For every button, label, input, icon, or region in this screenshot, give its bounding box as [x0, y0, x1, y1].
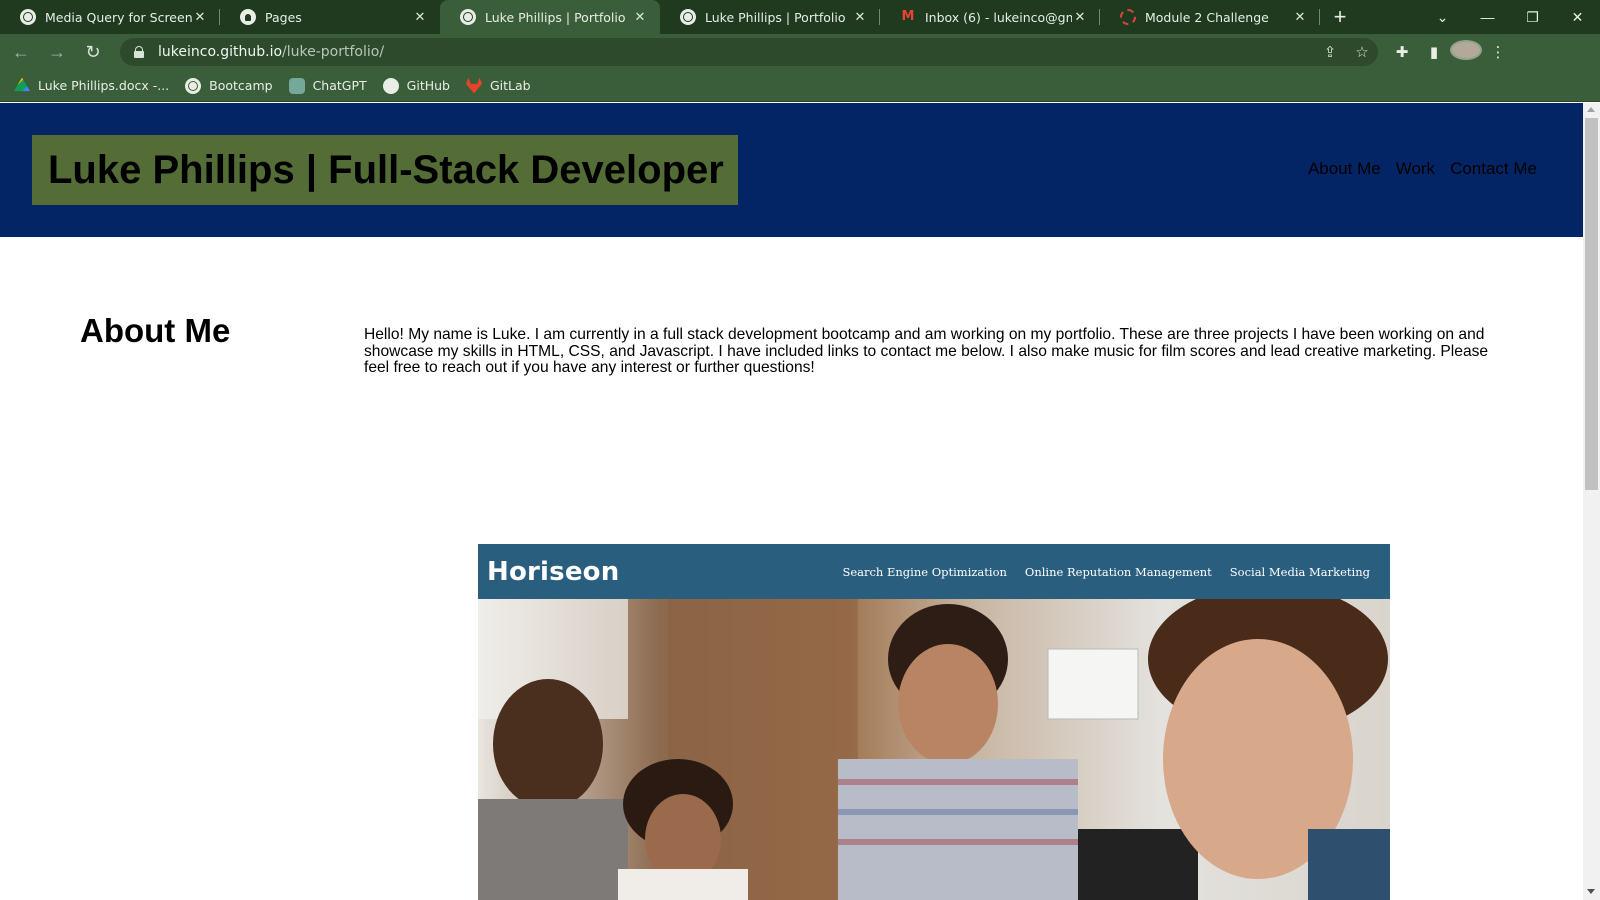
- bookmark-github[interactable]: GitHub: [382, 77, 450, 94]
- bookmark-label: GitLab: [489, 78, 531, 93]
- github-icon: [382, 77, 399, 94]
- url-host: lukeinco.github.io: [158, 44, 283, 60]
- close-icon[interactable]: ✕: [412, 10, 428, 25]
- side-panel-icon[interactable]: ▮: [1418, 43, 1450, 61]
- bookmark-bootcamp[interactable]: Bootcamp: [185, 77, 273, 94]
- menu-kebab-icon[interactable]: ⋮: [1482, 43, 1514, 61]
- window-controls: ⌄ — ❐ ✕: [1420, 0, 1600, 34]
- bookmark-label: ChatGPT: [312, 78, 367, 93]
- tab-module-2[interactable]: Module 2 Challenge ✕: [1100, 0, 1320, 34]
- gitlab-icon: [465, 77, 482, 94]
- tab-title: Module 2 Challenge: [1145, 9, 1269, 25]
- site-title: Luke Phillips | Full-Stack Developer: [32, 135, 738, 205]
- page-viewport: Luke Phillips | Full-Stack Developer Abo…: [0, 103, 1583, 900]
- project-screenshot-horiseon[interactable]: Horiseon Search Engine Optimization Onli…: [478, 544, 1390, 900]
- globe-icon: [185, 77, 202, 94]
- nav-link-contact-me[interactable]: Contact Me: [1450, 159, 1537, 179]
- avatar: [1450, 40, 1482, 60]
- page-scrollbar[interactable]: [1583, 103, 1600, 900]
- tab-media-query[interactable]: Media Query for Screen ✕: [0, 0, 220, 34]
- about-heading: About Me: [80, 312, 231, 349]
- browser-window: Media Query for Screen ✕ Pages ✕ Luke Ph…: [0, 0, 1600, 900]
- tab-pages[interactable]: Pages ✕: [220, 0, 440, 34]
- bookmark-label: Bootcamp: [209, 78, 273, 93]
- new-tab-button[interactable]: +: [1320, 0, 1360, 34]
- bookmark-label: Luke Phillips.docx -...: [38, 78, 170, 93]
- about-paragraph: Hello! My name is Luke. I am currently i…: [364, 326, 1489, 376]
- bookmark-chatgpt[interactable]: ChatGPT: [288, 77, 367, 94]
- project-header-bar: Horiseon Search Engine Optimization Onli…: [478, 544, 1390, 599]
- tab-strip: Media Query for Screen ✕ Pages ✕ Luke Ph…: [0, 0, 1600, 34]
- bookmark-resume-doc[interactable]: Luke Phillips.docx -...: [14, 77, 170, 94]
- extensions-puzzle-icon[interactable]: ✚: [1386, 43, 1418, 61]
- chatgpt-icon: [288, 77, 305, 94]
- profile-avatar[interactable]: [1450, 40, 1482, 64]
- close-window-icon[interactable]: ✕: [1555, 9, 1600, 26]
- url-path: /luke-portfolio/: [282, 44, 385, 60]
- forward-arrow-icon[interactable]: →: [42, 42, 72, 63]
- gmail-icon: M: [901, 9, 915, 24]
- close-icon[interactable]: ✕: [192, 10, 208, 25]
- project-hero-photo: [478, 599, 1390, 900]
- google-drive-icon: [14, 77, 30, 92]
- tab-title: Inbox (6) - lukeinco@gmail.co: [925, 9, 1072, 25]
- bookmark-star-icon[interactable]: ☆: [1346, 43, 1378, 61]
- scrollbar-thumb[interactable]: [1585, 118, 1598, 490]
- tab-title: Luke Phillips | Portfolio: [705, 9, 846, 25]
- scroll-down-arrow-icon[interactable]: [1587, 889, 1595, 894]
- bookmark-gitlab[interactable]: GitLab: [465, 77, 531, 94]
- project-nav-item: Search Engine Optimization: [842, 564, 1007, 579]
- tab-title: Pages: [265, 9, 302, 25]
- tab-portfolio[interactable]: Luke Phillips | Portfolio ✕: [660, 0, 880, 34]
- loading-ring-icon: [1120, 9, 1136, 25]
- project-nav-item: Online Reputation Management: [1024, 564, 1212, 579]
- restore-icon[interactable]: ❐: [1510, 9, 1555, 26]
- globe-icon: [460, 9, 476, 25]
- github-icon: [240, 9, 256, 25]
- globe-icon: [680, 9, 696, 25]
- project-nav: Search Engine Optimization Online Reputa…: [824, 565, 1370, 579]
- share-icon[interactable]: ⇪: [1314, 43, 1346, 61]
- globe-icon: [20, 9, 36, 25]
- close-icon[interactable]: ✕: [1072, 10, 1088, 25]
- lock-icon: [134, 46, 144, 58]
- reload-icon[interactable]: ↻: [78, 42, 108, 63]
- address-bar[interactable]: lukeinco.github.io/luke-portfolio/ ⇪ ☆: [120, 38, 1378, 66]
- site-header: Luke Phillips | Full-Stack Developer Abo…: [0, 103, 1583, 237]
- bookmark-label: GitHub: [406, 78, 450, 93]
- tab-gmail[interactable]: M Inbox (6) - lukeinco@gmail.co ✕: [880, 0, 1100, 34]
- minimize-icon[interactable]: —: [1465, 9, 1510, 25]
- scroll-up-arrow-icon[interactable]: [1587, 107, 1595, 112]
- bookmarks-bar: Luke Phillips.docx -... Bootcamp ChatGPT…: [0, 70, 1600, 102]
- tab-portfolio-active[interactable]: Luke Phillips | Portfolio ✕: [440, 0, 660, 34]
- close-icon[interactable]: ✕: [632, 10, 648, 25]
- nav-link-work[interactable]: Work: [1396, 159, 1435, 179]
- browser-toolbar: ← → ↻ lukeinco.github.io/luke-portfolio/…: [0, 34, 1600, 70]
- project-logo: Horiseon: [487, 556, 620, 587]
- tab-search-chevron-icon[interactable]: ⌄: [1420, 9, 1465, 26]
- site-nav: About Me Work Contact Me: [1293, 159, 1537, 179]
- close-icon[interactable]: ✕: [1292, 10, 1308, 25]
- close-icon[interactable]: ✕: [852, 10, 868, 25]
- back-arrow-icon[interactable]: ←: [6, 42, 36, 63]
- nav-link-about-me[interactable]: About Me: [1308, 159, 1381, 179]
- project-nav-item: Social Media Marketing: [1229, 564, 1370, 579]
- tab-title: Media Query for Screen: [45, 9, 192, 25]
- tab-title: Luke Phillips | Portfolio: [485, 9, 626, 25]
